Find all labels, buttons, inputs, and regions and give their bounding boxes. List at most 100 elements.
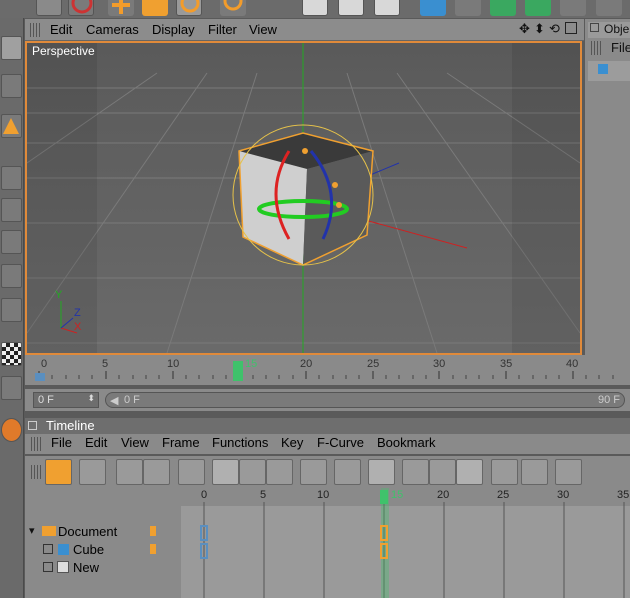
tl-menu-edit[interactable]: Edit [85, 435, 107, 450]
panel-grip[interactable] [591, 41, 601, 55]
viewport-menubar: Edit Cameras Display Filter View ✥ ⬍ ⟲ [25, 19, 584, 41]
tl-tick-label: 0 [201, 489, 208, 501]
points-icon[interactable] [1, 230, 22, 254]
recent-tool-icon[interactable] [220, 0, 246, 16]
light-icon[interactable] [596, 0, 622, 16]
smooth-icon[interactable] [429, 459, 456, 485]
snap-icon[interactable] [1, 376, 22, 400]
axis-z-label: Z [74, 307, 81, 319]
start-frame-field[interactable]: 0 F ⬍ [33, 392, 99, 408]
tl-menu-functions[interactable]: Functions [212, 435, 268, 450]
grip-handle[interactable] [30, 23, 40, 37]
sphere-icon[interactable] [1, 418, 22, 442]
model-icon[interactable] [1, 198, 22, 222]
tl-tick-label: 25 [497, 489, 510, 501]
scale-icon[interactable] [142, 0, 168, 16]
tree-row-document[interactable]: ▾ Document [25, 523, 181, 541]
tl-menu-fcurve[interactable]: F-Curve [317, 435, 364, 450]
timeline-dope-sheet[interactable]: 0 5 10 15 20 25 30 35 [181, 488, 630, 598]
menu-view[interactable]: View [249, 22, 277, 37]
render-settings-icon[interactable] [374, 0, 400, 16]
tl-menu-file[interactable]: File [51, 435, 72, 450]
ruler-tick-label: 30 [433, 358, 446, 370]
timeline-menubar: File Edit View Frame Functions Key F-Cur… [25, 434, 630, 454]
polygons-icon[interactable] [1, 298, 22, 322]
perspective-viewport[interactable]: Perspective Y Z X [25, 41, 582, 355]
frame-range-slider[interactable]: ◀ 0 F 90 F [105, 392, 625, 408]
maximize-view-icon[interactable] [565, 22, 577, 34]
magnet-icon[interactable] [212, 459, 239, 485]
expand-icon[interactable] [43, 562, 53, 572]
axis-x-label: X [74, 321, 82, 333]
render-view-icon[interactable] [302, 0, 328, 16]
timeline-grip[interactable] [31, 437, 41, 451]
tl-menu-key[interactable]: Key [281, 435, 303, 450]
linear-icon[interactable] [300, 459, 327, 485]
ease-icon[interactable] [266, 459, 293, 485]
spline-icon[interactable] [368, 459, 395, 485]
nurbs-icon[interactable] [490, 0, 516, 16]
add-key-icon[interactable] [521, 459, 548, 485]
scene-icon[interactable] [560, 0, 586, 16]
expand-icon[interactable] [43, 544, 53, 554]
axis-icon[interactable] [1, 166, 22, 190]
zoom-view-icon[interactable]: ⬍ [534, 21, 545, 37]
tree-row-cube[interactable]: Cube [25, 541, 181, 559]
tree-row-new[interactable]: New [25, 559, 181, 577]
record-icon[interactable] [178, 459, 205, 485]
track-toggle-icon[interactable] [150, 544, 156, 554]
spinner-icon[interactable]: ⬍ [87, 393, 95, 404]
track-toggle-icon[interactable] [150, 526, 156, 536]
object-row-cube[interactable] [588, 61, 630, 81]
tl-tick-label: 10 [317, 489, 330, 501]
cube-icon[interactable] [420, 0, 446, 16]
move-view-icon[interactable]: ✥ [519, 21, 530, 37]
tl-current-frame: 15 [391, 489, 404, 501]
curve-icon[interactable] [143, 459, 170, 485]
tl-menu-frame[interactable]: Frame [162, 435, 200, 450]
auto-icon[interactable] [456, 459, 483, 485]
collapse-icon[interactable]: ▾ [29, 524, 35, 537]
world-icon[interactable] [1, 74, 22, 98]
deformer-icon[interactable] [525, 0, 551, 16]
menu-cameras[interactable]: Cameras [86, 22, 139, 37]
step-icon[interactable] [402, 459, 429, 485]
film-icon[interactable] [334, 459, 361, 485]
timeline-toolbar [25, 456, 630, 488]
menu-display[interactable]: Display [152, 22, 195, 37]
timeline-checkbox-icon[interactable] [28, 421, 37, 430]
rotate-view-icon[interactable]: ⟲ [549, 21, 560, 37]
spline-icon[interactable] [455, 0, 481, 16]
ruler-tick-label: 25 [367, 358, 380, 370]
play-icon[interactable] [555, 459, 582, 485]
panel-menu-file[interactable]: File [611, 40, 630, 55]
objects-tab[interactable]: Obje [588, 22, 630, 38]
ruler-current-frame: 15 [245, 358, 258, 370]
ruler-tick-label: 35 [500, 358, 513, 370]
slider-left-arrow-icon[interactable]: ◀ [110, 394, 118, 407]
select-key-icon[interactable] [79, 459, 106, 485]
edges-icon[interactable] [1, 264, 22, 288]
move-icon[interactable] [108, 0, 134, 16]
render-picture-icon[interactable] [338, 0, 364, 16]
key-icon[interactable] [45, 459, 72, 485]
menu-edit[interactable]: Edit [50, 22, 72, 37]
menu-filter[interactable]: Filter [208, 22, 237, 37]
tools-grip[interactable] [31, 465, 41, 479]
tl-menu-bookmark[interactable]: Bookmark [377, 435, 436, 450]
dope-sheet-grid [181, 488, 630, 598]
move-key-icon[interactable] [239, 459, 266, 485]
frame-ruler[interactable]: 0 5 10 15 20 25 30 35 40 [25, 355, 630, 385]
tl-menu-view[interactable]: View [121, 435, 149, 450]
rotate-icon[interactable] [176, 0, 202, 16]
cube-icon [598, 64, 608, 74]
fcurve-icon[interactable] [116, 459, 143, 485]
tree-label: Cube [73, 542, 105, 557]
live-select-icon[interactable] [68, 0, 94, 16]
layout-icon[interactable] [1, 36, 22, 60]
delete-key-icon[interactable] [491, 459, 518, 485]
undo-icon[interactable] [36, 0, 62, 16]
tree-label: New [73, 560, 100, 575]
checker-icon[interactable] [1, 342, 22, 366]
polygon-icon[interactable] [1, 114, 22, 138]
